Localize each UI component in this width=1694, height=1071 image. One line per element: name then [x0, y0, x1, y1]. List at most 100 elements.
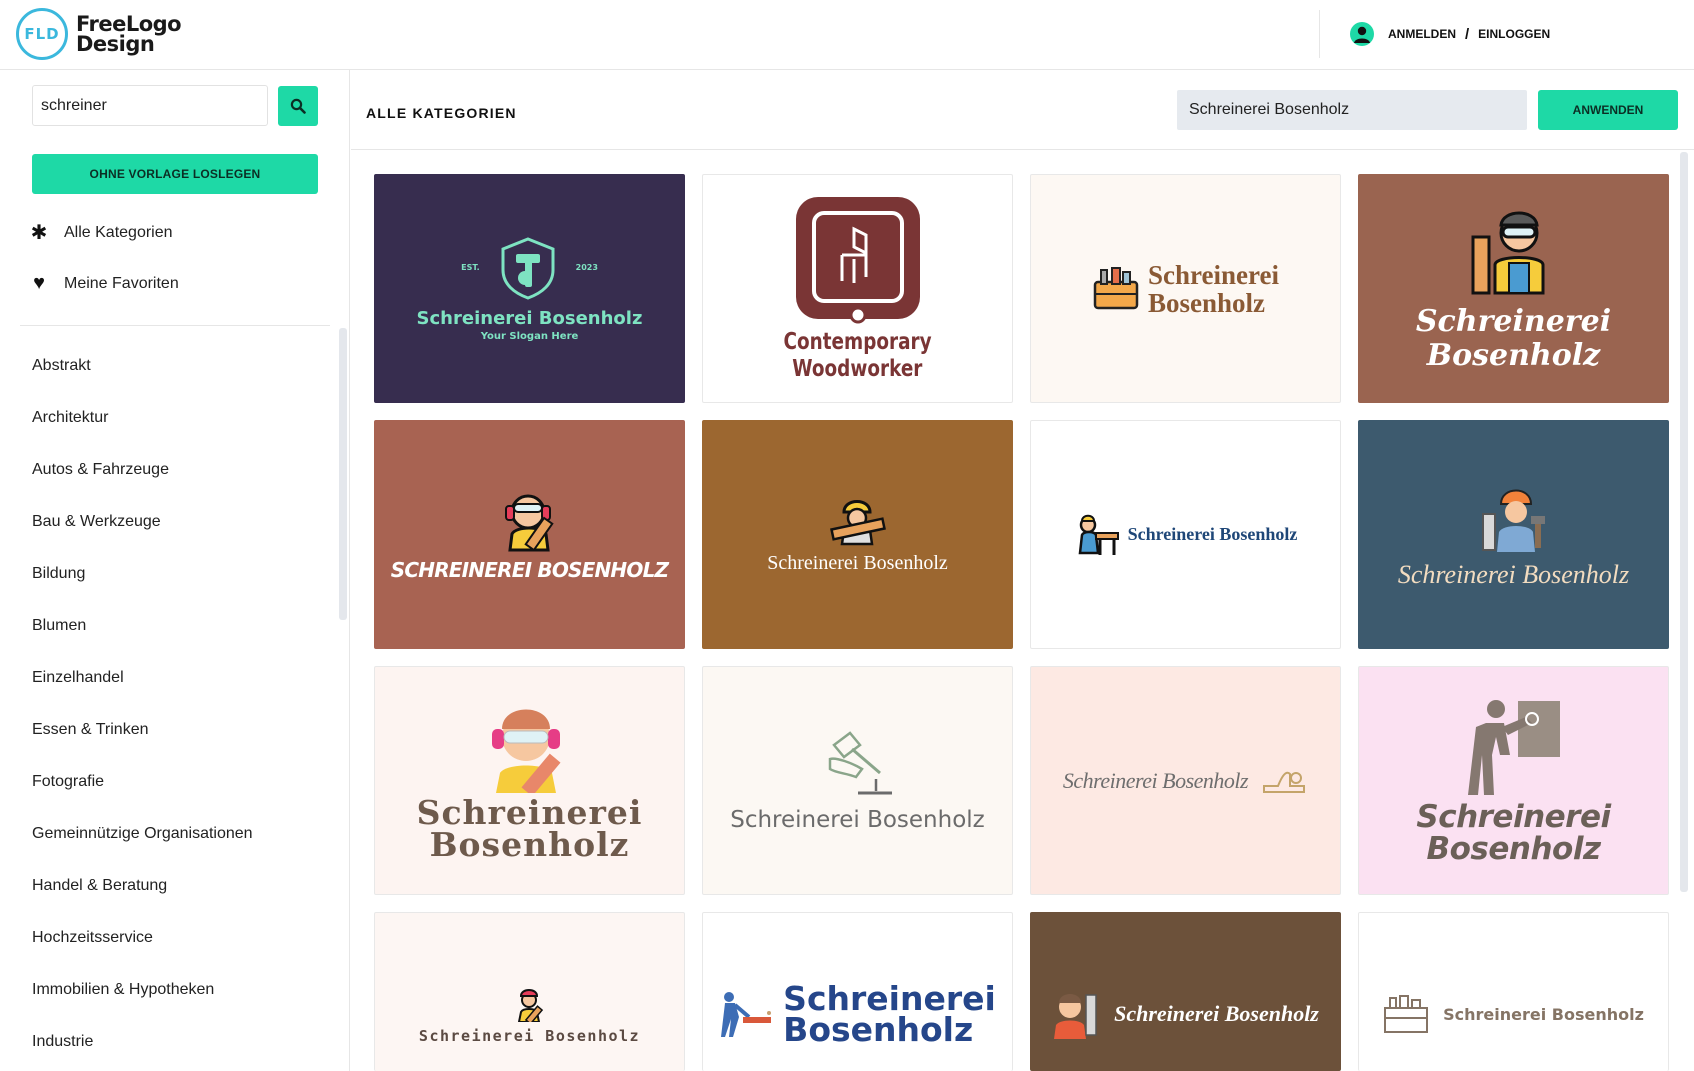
- worker-earmuffs-icon: [504, 494, 554, 551]
- logo-text: Schreinerei Bosenholz: [416, 307, 643, 329]
- hammer-shield-icon: [501, 236, 555, 300]
- logo-card[interactable]: Schreinerei Bosenholz: [1030, 174, 1341, 403]
- logo-card[interactable]: Schreinerei Bosenholz: [1358, 666, 1669, 895]
- login-link[interactable]: ANMELDEN: [1388, 27, 1456, 41]
- carpenter-goggles-icon: [1471, 211, 1544, 294]
- logo-lockup: Schreinerei Bosenholz: [719, 982, 996, 1046]
- logo-card[interactable]: Schreinerei Bosenholz: [702, 420, 1013, 649]
- logo-card[interactable]: Schreinerei Bosenholz: [702, 666, 1013, 895]
- logo-text-2: Bosenholz: [1148, 287, 1266, 318]
- category-item[interactable]: Hochzeitsservice: [32, 929, 253, 981]
- category-item[interactable]: Architektur: [32, 409, 253, 461]
- carpenter-saw-icon: [1481, 489, 1545, 552]
- logo-text: Schreinerei: [1416, 798, 1611, 835]
- auth-separator: /: [1465, 25, 1470, 43]
- logo-lockup: Schreinerei Bosenholz: [1074, 513, 1298, 557]
- logo-card[interactable]: Schreinerei Bosenholz: [1030, 420, 1341, 649]
- logo-line-2: Design: [76, 32, 155, 56]
- logo-card[interactable]: Schreinerei Bosenholz: [1358, 174, 1669, 403]
- business-name-input[interactable]: [1177, 90, 1527, 130]
- logo-text: Schreinerei: [416, 792, 643, 832]
- category-item[interactable]: Blumen: [32, 617, 253, 669]
- logo-text: Schreinerei Bosenholz: [1397, 559, 1630, 589]
- logo-card[interactable]: Contemporary Woodworker: [702, 174, 1013, 403]
- logo-lockup: Schreinerei Bosenholz: [1092, 261, 1279, 317]
- logo-text: Schreinerei Bosenholz: [767, 552, 948, 574]
- logo-card[interactable]: Schreinerei Bosenholz: [1358, 912, 1669, 1071]
- top-header: FLD FreeLogo Design ANMELDEN / EINLOGGEN: [0, 0, 1694, 70]
- all-categories-link[interactable]: ✱ Alle Kategorien: [30, 220, 173, 245]
- category-item[interactable]: Industrie: [32, 1033, 253, 1071]
- category-item[interactable]: Abstrakt: [32, 357, 253, 409]
- main-toolbar: ALLE KATEGORIEN ANWENDEN: [351, 70, 1694, 150]
- logo-lockup: Schreinerei Bosenholz: [1063, 766, 1308, 796]
- logo-card[interactable]: SCHREINEREI BOSENHOLZ: [374, 420, 685, 649]
- carpenter-workbench-icon: [1078, 514, 1119, 555]
- logo-line-1: FreeLogo: [76, 12, 182, 36]
- logo-text: Schreinerei: [1415, 303, 1612, 339]
- logo-text: Contemporary: [783, 328, 932, 355]
- category-item[interactable]: Einzelhandel: [32, 669, 253, 721]
- toolbox-icon: [1093, 266, 1139, 309]
- logo-card[interactable]: Schreinerei Bosenholz: [1030, 912, 1341, 1071]
- logo-slogan: Your Slogan Here: [480, 330, 579, 342]
- category-item[interactable]: Bau & Werkzeuge: [32, 513, 253, 565]
- logo-text-2: Bosenholz: [429, 824, 630, 864]
- sidebar: OHNE VORLAGE LOSLEGEN ✱ Alle Kategorien …: [0, 70, 350, 1071]
- site-logo[interactable]: FLD FreeLogo Design: [16, 8, 182, 60]
- category-item[interactable]: Handel & Beratung: [32, 877, 253, 929]
- signin-link[interactable]: EINLOGGEN: [1478, 27, 1550, 41]
- main-scrollbar[interactable]: [1680, 152, 1688, 892]
- search-icon: [290, 98, 306, 114]
- sidebar-scrollbar[interactable]: [339, 328, 347, 620]
- sidebar-divider: [20, 325, 330, 326]
- favorites-link[interactable]: ♥ Meine Favoriten: [30, 272, 179, 295]
- favorites-label: Meine Favoriten: [64, 274, 179, 292]
- logo-card[interactable]: Schreinerei Bosenholz: [374, 666, 685, 895]
- category-item[interactable]: Fotografie: [32, 773, 253, 825]
- category-item[interactable]: Essen & Trinken: [32, 721, 253, 773]
- worker-headphones-icon: [491, 709, 561, 793]
- logo-text: Schreinerei Bosenholz: [1127, 524, 1298, 544]
- carpenter-hardhat-icon: [829, 500, 886, 546]
- logo-emblem: EST. 2023: [461, 236, 598, 300]
- chair-frame-icon: [795, 196, 920, 323]
- toolbox-outline-icon: [1384, 995, 1429, 1033]
- logo-card[interactable]: Schreinerei Bosenholz: [1030, 666, 1341, 895]
- category-item[interactable]: Autos & Fahrzeuge: [32, 461, 253, 513]
- apply-button[interactable]: ANWENDEN: [1538, 90, 1678, 130]
- category-item[interactable]: Gemeinnützige Organisationen: [32, 825, 253, 877]
- header-divider: [1319, 10, 1320, 58]
- logo-text-2: Bosenholz: [1426, 337, 1601, 373]
- logo-text-2: Woodworker: [792, 355, 923, 382]
- logo-card[interactable]: Schreinerei Bosenholz: [702, 912, 1013, 1071]
- logo-mark: FLD: [16, 8, 68, 60]
- user-avatar-icon: [1350, 22, 1374, 46]
- logo-text-2: Bosenholz: [1426, 830, 1601, 867]
- logo-text: Schreinerei Bosenholz: [1443, 1004, 1644, 1024]
- category-item[interactable]: Bildung: [32, 565, 253, 617]
- logo-est: EST.: [461, 263, 480, 272]
- category-item[interactable]: Immobilien & Hypotheken: [32, 981, 253, 1033]
- start-blank-button[interactable]: OHNE VORLAGE LOSLEGEN: [32, 154, 318, 194]
- logo-lockup: Schreinerei Bosenholz: [1052, 989, 1319, 1039]
- category-list: Abstrakt Architektur Autos & Fahrzeuge B…: [32, 357, 253, 1071]
- heart-icon: ♥: [33, 272, 45, 294]
- logo-text: Schreinerei Bosenholz: [1114, 1001, 1319, 1026]
- logo-wordmark: FreeLogo Design: [76, 12, 182, 56]
- search-input[interactable]: [32, 85, 268, 126]
- logo-text: Schreinerei Bosenholz: [1062, 767, 1249, 793]
- search-button[interactable]: [278, 86, 318, 126]
- logo-card[interactable]: Schreinerei Bosenholz: [1358, 420, 1669, 649]
- logo-lockup: Schreinerei Bosenholz: [419, 988, 640, 1045]
- logo-text: Schreinerei Bosenholz: [730, 806, 985, 833]
- asterisk-icon: ✱: [30, 222, 48, 244]
- carpenter-mini-icon: [517, 988, 543, 1025]
- carpenter-handsaw-icon: [1054, 994, 1097, 1039]
- logo-card[interactable]: Schreinerei Bosenholz: [374, 912, 685, 1071]
- logo-year: 2023: [575, 263, 598, 272]
- logo-text: Schreinerei: [1148, 259, 1279, 290]
- logo-card[interactable]: EST. 2023 Schreinerei Bosenholz Your Slo…: [374, 174, 685, 403]
- drill-worker-icon: [1467, 699, 1560, 795]
- all-categories-label: Alle Kategorien: [64, 223, 173, 241]
